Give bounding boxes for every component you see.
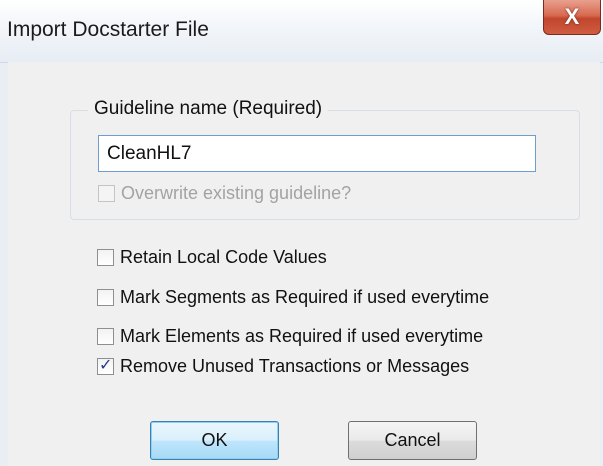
option-label: Mark Segments as Required if used everyt…: [120, 287, 490, 307]
overwrite-existing-option: Overwrite existing guideline?: [98, 183, 351, 204]
option-label: Remove Unused Transactions or Messages: [120, 356, 470, 376]
remove-unused-transactions-checkbox[interactable]: [97, 355, 114, 375]
cancel-button[interactable]: Cancel: [348, 421, 477, 460]
close-icon: X: [564, 4, 580, 29]
overwrite-checkbox: [98, 185, 115, 202]
option-retain-local-code-values[interactable]: Retain Local Code Values: [97, 247, 327, 268]
ok-button[interactable]: OK: [150, 421, 279, 460]
title-bar: Import Docstarter File X: [0, 0, 603, 63]
guideline-group-label: Guideline name (Required): [88, 98, 329, 120]
guideline-name-input[interactable]: CleanHL7: [98, 135, 536, 172]
window-title: Import Docstarter File: [7, 18, 209, 41]
mark-segments-required-checkbox[interactable]: [97, 289, 114, 306]
option-mark-segments-required[interactable]: Mark Segments as Required if used everyt…: [97, 287, 489, 308]
option-label: Retain Local Code Values: [120, 247, 327, 267]
option-label: Mark Elements as Required if used everyt…: [120, 326, 484, 346]
option-mark-elements-required[interactable]: Mark Elements as Required if used everyt…: [97, 326, 483, 347]
option-remove-unused-transactions[interactable]: Remove Unused Transactions or Messages: [97, 355, 470, 377]
mark-elements-required-checkbox[interactable]: [97, 328, 114, 345]
close-button[interactable]: X: [543, 0, 601, 35]
overwrite-label: Overwrite existing guideline?: [121, 183, 352, 203]
dialog-body: Guideline name (Required) CleanHL7 Overw…: [8, 62, 600, 466]
retain-local-code-values-checkbox[interactable]: [97, 249, 114, 266]
